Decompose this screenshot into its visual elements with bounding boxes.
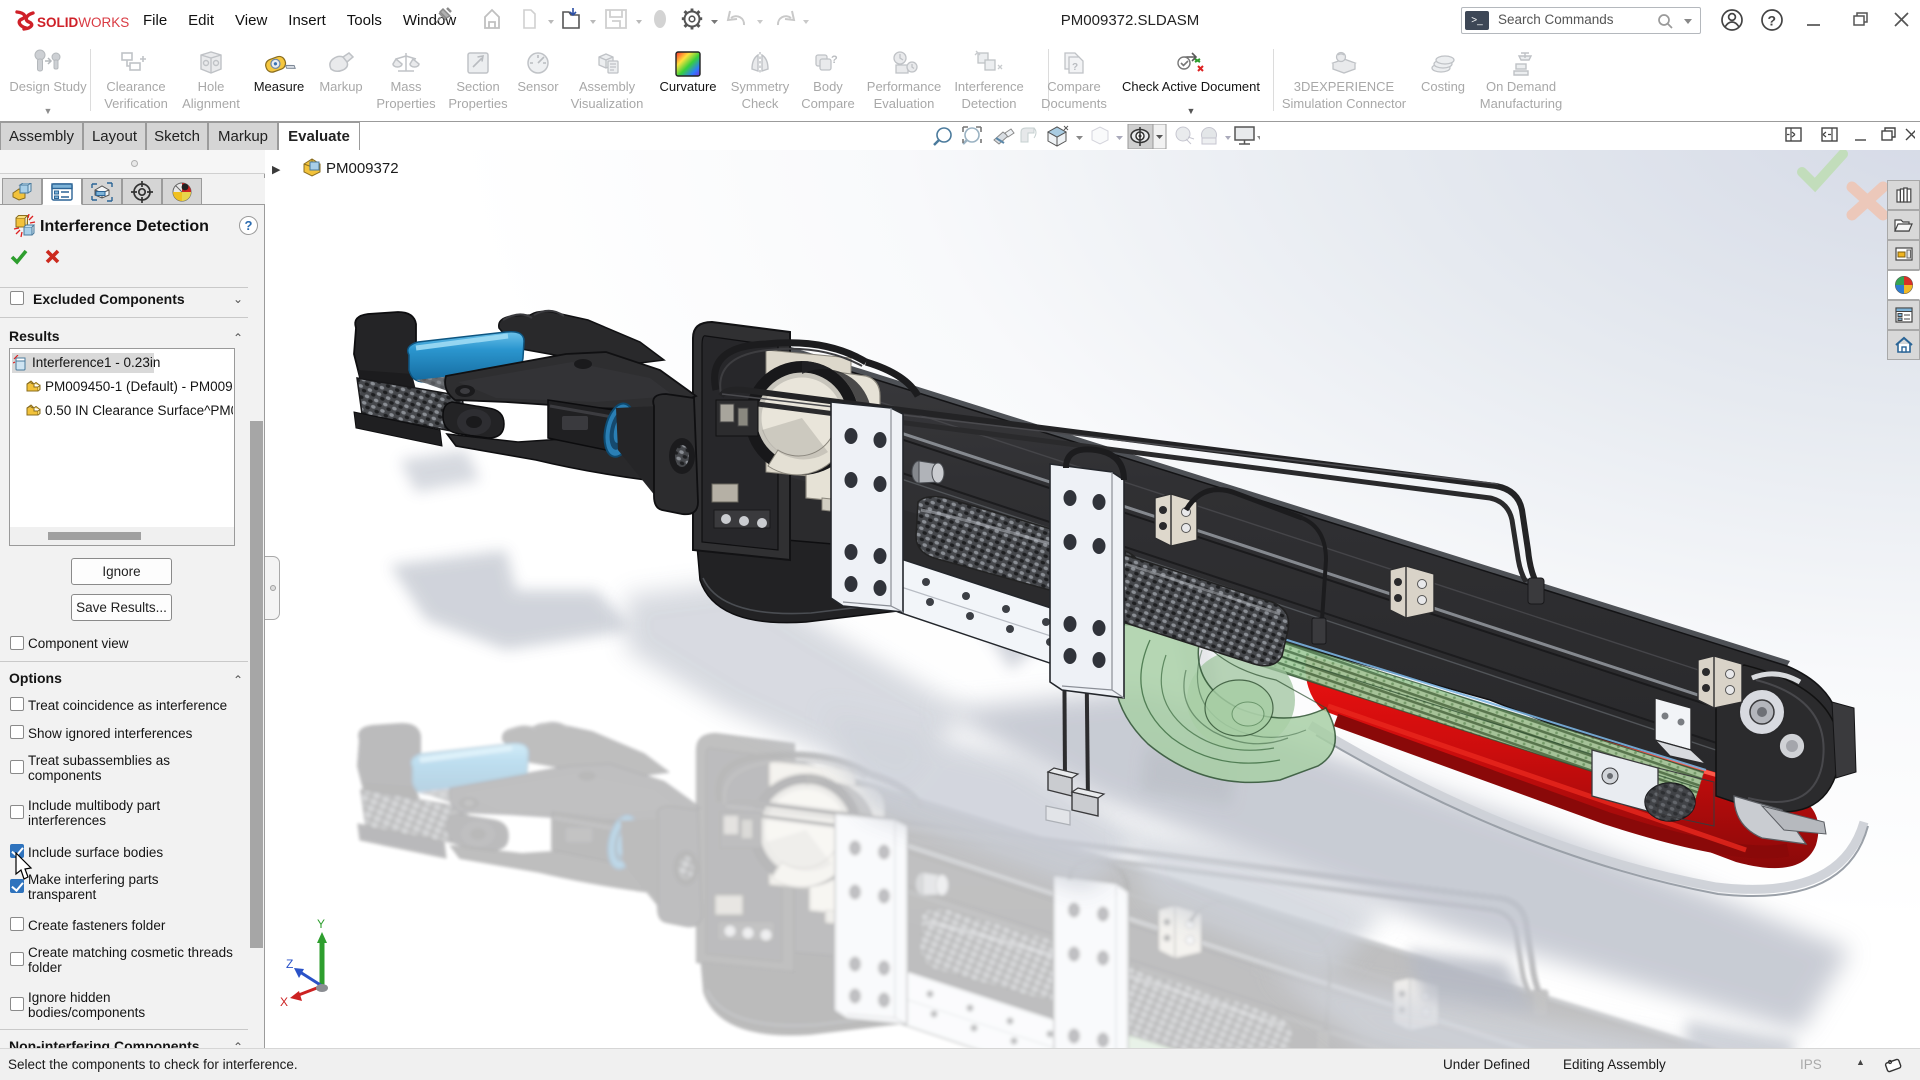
svg-text:?: ? — [831, 54, 838, 66]
svg-text:?: ? — [1072, 62, 1078, 73]
svg-text:Y: Y — [317, 917, 325, 931]
svg-text:?: ? — [1768, 13, 1777, 29]
svg-text:SOLIDWORKS: SOLIDWORKS — [37, 15, 129, 30]
svg-text:PM009372: PM009372 — [326, 160, 399, 177]
svg-text:X: X — [280, 995, 288, 1009]
svg-text:Z: Z — [286, 957, 293, 971]
svg-text:▶: ▶ — [272, 164, 281, 176]
